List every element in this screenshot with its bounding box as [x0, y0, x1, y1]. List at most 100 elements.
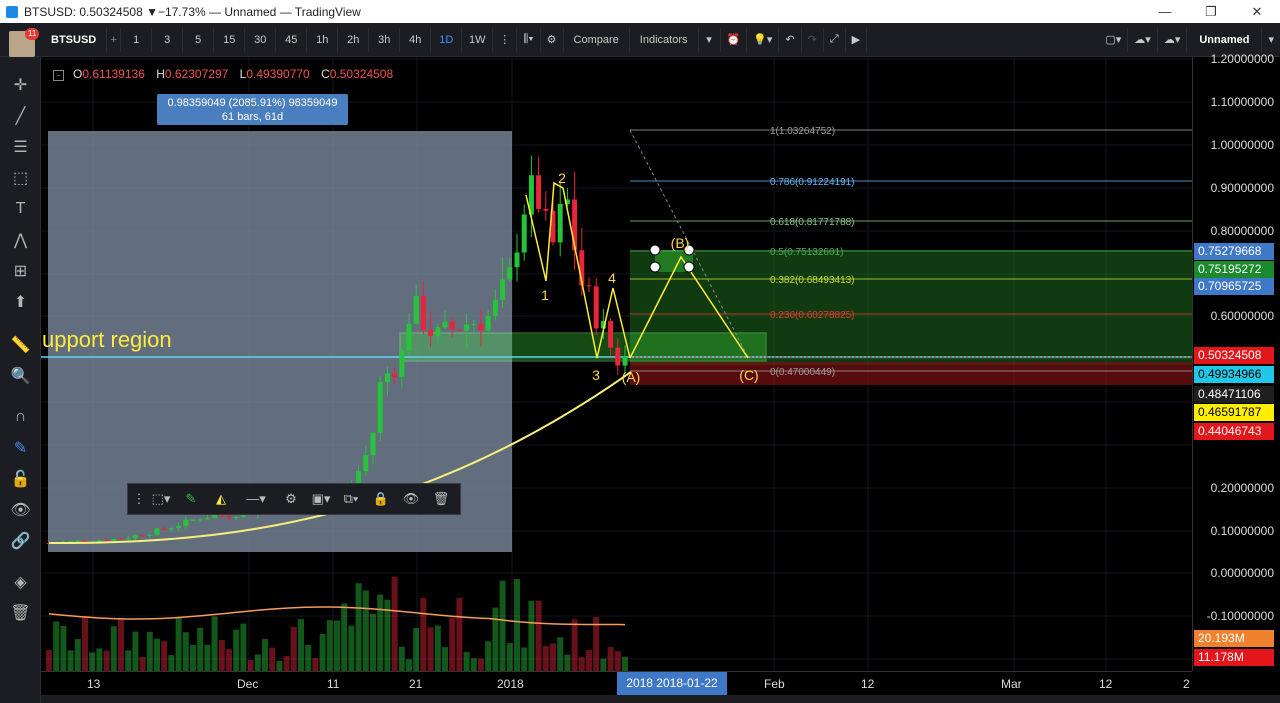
symbol-search-button[interactable]: BTSUSD	[41, 27, 108, 52]
cloud-save-icon[interactable]: ☁▾	[1158, 27, 1188, 52]
interval-1D[interactable]: 1D	[431, 27, 463, 52]
candle-body	[125, 538, 131, 540]
undo-icon[interactable]: ↶	[779, 27, 802, 52]
drag-handle-point	[683, 261, 695, 273]
time-axis[interactable]: 13 Dec 11 21 2018 Feb 12 Mar 12 2 2018 2018-01-22	[41, 671, 1192, 695]
trend-line-icon[interactable]: ╱	[0, 100, 41, 131]
remove-drawings-trash-icon[interactable]: 🗑	[0, 597, 41, 628]
fib-level-label: 0.786(0.91224191)	[770, 177, 855, 188]
time-tick: 13	[87, 677, 101, 691]
ruler-icon[interactable]: 📏	[0, 329, 41, 360]
fill-color-bucket-icon[interactable]: ◭	[206, 484, 236, 514]
drawing-settings-gear-icon[interactable]: ⚙	[276, 484, 306, 514]
measure-line-1: 0.98359049 (2085.91%) 98359049	[167, 97, 338, 109]
candle-body	[132, 535, 138, 539]
candle-body	[161, 528, 167, 530]
clone-icon[interactable]: ⧉▾	[336, 484, 366, 514]
alert-icon[interactable]: ⏰	[721, 27, 748, 52]
replay-lightbulb-icon[interactable]: 💡▾	[747, 27, 780, 52]
fib-level-label: 0.236(0.60278825)	[770, 310, 855, 321]
zoom-icon[interactable]: 🔍	[0, 360, 41, 391]
interval-1h[interactable]: 1h	[307, 27, 339, 52]
interval-30[interactable]: 30	[245, 27, 277, 52]
hide-eye-icon[interactable]: 👁	[396, 484, 426, 514]
candle-body	[384, 373, 390, 383]
interval-45[interactable]: 45	[276, 27, 308, 52]
volume-bar	[521, 647, 528, 671]
line-color-pencil-icon[interactable]: ✎	[176, 484, 206, 514]
object-tree-layers-icon[interactable]: ◈	[0, 566, 41, 597]
close-button[interactable]: ✕	[1234, 0, 1280, 23]
horizontal-lines-icon[interactable]: ☰	[0, 131, 41, 162]
sync-link-icon[interactable]: 🔗	[0, 525, 41, 556]
volume-bar	[110, 626, 117, 671]
pattern-tool-icon[interactable]: ⋀	[0, 224, 41, 255]
settings-gear-icon[interactable]: ⚙	[541, 27, 564, 52]
price-tick: 1.20000000	[1210, 52, 1274, 66]
crosshair-icon[interactable]: ✛	[0, 69, 41, 100]
price-tick: 0.00000000	[1210, 566, 1274, 580]
compare-button[interactable]: Compare	[564, 27, 630, 52]
volume-bar	[204, 644, 211, 671]
candle-body	[370, 432, 376, 456]
minimize-button[interactable]: —	[1142, 0, 1188, 23]
magnet-icon[interactable]: ∩	[0, 401, 41, 432]
template-icon[interactable]: ⬚▾	[146, 484, 176, 514]
stay-in-drawing-mode-icon[interactable]: ✎	[0, 432, 41, 463]
snapshot-play-icon[interactable]: ▶	[846, 27, 868, 52]
forecast-tool-icon[interactable]: ⊞	[0, 255, 41, 286]
hide-drawings-eye-icon[interactable]: 👁	[0, 494, 41, 525]
price-label: 0.48471106	[1194, 386, 1274, 403]
drag-handle-icon[interactable]: ⋮	[132, 484, 146, 514]
time-tick: 12	[861, 677, 875, 691]
candle-body	[168, 528, 174, 530]
interval-3[interactable]: 3	[152, 27, 184, 52]
chart-style-icon[interactable]: ⫼▾	[517, 27, 541, 52]
indicators-dropdown-icon[interactable]: ▾	[699, 27, 721, 52]
candle-body	[104, 540, 110, 542]
redo-icon[interactable]: ↷	[802, 27, 824, 52]
interval-more-icon[interactable]: ⋮	[493, 27, 518, 52]
fullscreen-icon[interactable]: ⤢	[824, 27, 846, 52]
candle-body	[492, 299, 498, 316]
close-value: 0.50324508	[329, 67, 394, 81]
cloud-load-icon[interactable]: ☁▾	[1128, 27, 1158, 52]
interval-4h[interactable]: 4h	[400, 27, 432, 52]
rectangle-tool-icon[interactable]: ⬚	[0, 162, 41, 193]
lock-drawings-icon[interactable]: 🔓	[0, 463, 41, 494]
interval-1W[interactable]: 1W	[462, 27, 494, 52]
price-axis[interactable]: 1.20000000 1.10000000 1.00000000 0.90000000…	[1192, 52, 1280, 671]
interval-5[interactable]: 5	[183, 27, 215, 52]
layout-select-icon[interactable]: ▢▾	[1099, 27, 1129, 52]
volume-bar	[103, 650, 110, 671]
lock-icon[interactable]: 🔒	[366, 484, 396, 514]
text-tool-icon[interactable]: T	[0, 193, 41, 224]
layout-name[interactable]: Unnamed	[1187, 27, 1263, 52]
add-symbol-icon[interactable]: +	[107, 27, 122, 52]
visibility-icon[interactable]: ▣▾	[306, 484, 336, 514]
volume-bar	[53, 621, 60, 671]
arrow-up-icon[interactable]: ⬆	[0, 286, 41, 317]
maximize-button[interactable]: ❐	[1188, 0, 1234, 23]
candle-body	[406, 323, 412, 351]
legend-collapse-icon[interactable]: −	[53, 70, 64, 81]
interval-3h[interactable]: 3h	[369, 27, 401, 52]
delete-trash-icon[interactable]: 🗑	[426, 484, 456, 514]
interval-2h[interactable]: 2h	[338, 27, 370, 52]
fib-level-label: 0.382(0.68493413)	[770, 275, 855, 286]
indicators-button[interactable]: Indicators	[630, 27, 699, 52]
top-toolbar: BTSUSD + 1 3 5 15 30 45 1h 2h 3h 4h 1D 1W ⋮ ⫼▾ ⚙ Com…	[0, 23, 1280, 57]
chart-pane[interactable]: 1(1.03264752) 0.786(0.91224191) 0.618(0.81…	[41, 57, 1192, 671]
layout-dropdown-icon[interactable]: ▾	[1262, 28, 1280, 52]
line-style-icon[interactable]: —▾	[236, 484, 276, 514]
interval-1[interactable]: 1	[121, 27, 153, 52]
interval-15[interactable]: 15	[214, 27, 246, 52]
volume-bar	[370, 613, 376, 671]
candle-body	[514, 252, 520, 268]
volume-bar	[182, 632, 189, 671]
volume-bar	[132, 631, 139, 671]
candle-body	[204, 518, 210, 520]
chart-canvas[interactable]: 1(1.03264752) 0.786(0.91224191) 0.618(0.81…	[41, 57, 1192, 671]
volume-bar	[46, 650, 52, 671]
candle-body	[413, 296, 419, 324]
